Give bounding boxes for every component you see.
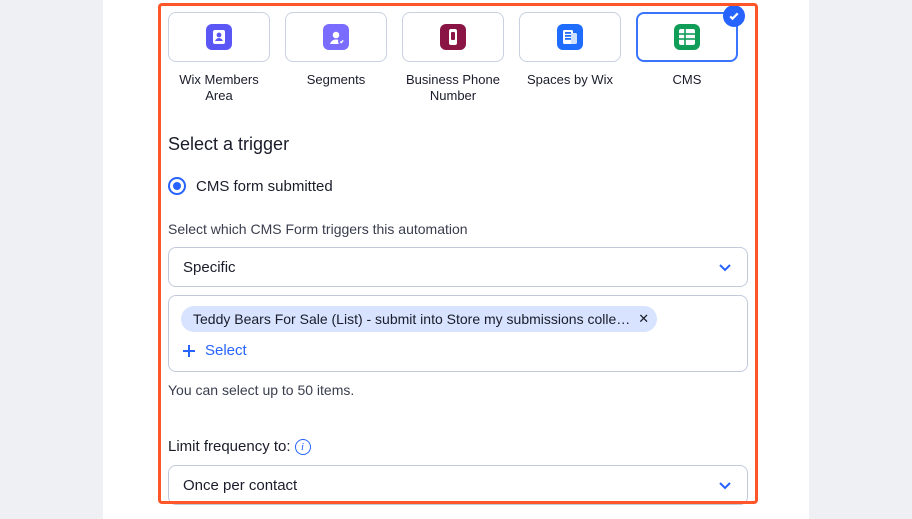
phone-icon [440, 24, 466, 50]
app-label: Business Phone Number [403, 72, 503, 104]
add-label: Select [205, 342, 247, 359]
frequency-select[interactable]: Once per contact [168, 465, 748, 505]
members-icon [206, 24, 232, 50]
radio-label: CMS form submitted [196, 178, 333, 195]
app-label: Segments [286, 72, 386, 88]
app-tile-cms[interactable] [636, 12, 738, 62]
app-tile-spaces-by-wix[interactable] [519, 12, 621, 62]
selection-hint: You can select up to 50 items. [168, 382, 748, 398]
app-tile-wix-members-area[interactable] [168, 12, 270, 62]
segments-icon [323, 24, 349, 50]
remove-tag-button[interactable]: ✕ [638, 311, 649, 327]
form-scope-select[interactable]: Specific [168, 247, 748, 287]
cms-icon [674, 24, 700, 50]
form-select-label: Select which CMS Form triggers this auto… [168, 221, 748, 237]
selected-check-icon [723, 5, 745, 27]
plus-icon [181, 343, 197, 359]
app-label: CMS [637, 72, 737, 88]
selected-form-tag: Teddy Bears For Sale (List) - submit int… [181, 306, 657, 332]
app-label: Wix Members Area [169, 72, 269, 104]
info-icon[interactable]: i [295, 439, 311, 455]
tag-text: Teddy Bears For Sale (List) - submit int… [193, 311, 630, 327]
app-tile-segments[interactable] [285, 12, 387, 62]
add-form-button[interactable]: Select [181, 342, 735, 359]
trigger-option-cms-form-submitted[interactable]: CMS form submitted [168, 177, 748, 195]
frequency-label: Limit frequency to: [168, 438, 291, 455]
app-picker: Wix Members Area Segments Business Phone… [168, 12, 748, 104]
select-value: Once per contact [183, 477, 297, 494]
selected-forms-multiselect[interactable]: Teddy Bears For Sale (List) - submit int… [168, 295, 748, 372]
chevron-down-icon [717, 477, 733, 493]
chevron-down-icon [717, 259, 733, 275]
select-value: Specific [183, 259, 236, 276]
section-title: Select a trigger [168, 134, 748, 155]
spaces-icon [557, 24, 583, 50]
radio-selected-icon [168, 177, 186, 195]
app-tile-business-phone-number[interactable] [402, 12, 504, 62]
app-label: Spaces by Wix [520, 72, 620, 88]
